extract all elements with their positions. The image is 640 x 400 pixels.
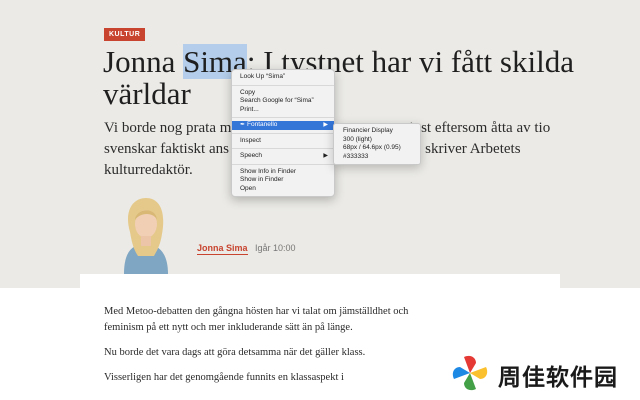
watermark-logo-icon [452, 355, 488, 391]
menu-item-fontanello[interactable]: ✒ Fontanello ▶ [232, 121, 334, 130]
menu-item-show-in-finder[interactable]: Show in Finder [232, 176, 334, 185]
lede-line1-end: inst eftersom åtta av tio [409, 120, 551, 136]
menu-item-search-google[interactable]: Search Google for “Sima” [232, 97, 334, 106]
lede-line2-end: e, skriver Arbetets [410, 141, 521, 157]
body-paragraph: Nu borde det vara dags att göra detsamma… [104, 347, 366, 358]
watermark-text: 周佳软件园 [498, 365, 618, 391]
context-menu: Look Up “Sima” Copy Search Google for “S… [231, 69, 335, 197]
menu-separator [232, 117, 334, 118]
author-photo [124, 198, 168, 274]
submenu-arrow-icon: ▶ [323, 122, 328, 128]
menu-item-copy[interactable]: Copy [232, 89, 334, 98]
font-weight-value[interactable]: 300 (light) [334, 136, 420, 145]
lede-line2-start: svenskar faktiskt ans [104, 141, 229, 157]
body-paragraph: Visserligen har det genomgående funnits … [104, 372, 344, 383]
publish-time: Igår 10:00 [255, 243, 296, 253]
article-headline: Jonna Sima: I tystnet har vi fått skilda… [103, 44, 583, 110]
menu-item-speech-label: Speech [240, 152, 263, 159]
menu-item-speech[interactable]: Speech ▶ [232, 152, 334, 161]
menu-item-print[interactable]: Print... [232, 106, 334, 115]
font-family-value[interactable]: Financier Display [334, 127, 420, 136]
section-kicker[interactable]: KULTUR [104, 28, 146, 41]
menu-item-look-up[interactable]: Look Up “Sima” [232, 73, 334, 82]
byline: Jonna Sima Igår 10:00 [197, 243, 296, 255]
font-color-value[interactable]: #333333 [334, 153, 420, 162]
fontanello-icon: ✒ [240, 122, 246, 128]
headline-text-before: Jonna [103, 44, 184, 79]
watermark: 周佳软件园 [446, 350, 636, 396]
menu-separator [232, 132, 334, 134]
submenu-arrow-icon: ▶ [323, 153, 328, 159]
article-body: Med Metoo-debatten den gångna hösten har… [104, 304, 434, 395]
lede-line1-start: Vi borde nog prata m [104, 120, 232, 136]
font-size-value[interactable]: 68px / 64.6px (0.95) [334, 144, 420, 153]
fontanello-submenu: Financier Display 300 (light) 68px / 64.… [333, 123, 421, 165]
menu-separator [232, 148, 334, 149]
menu-item-show-info-in-finder[interactable]: Show Info in Finder [232, 168, 334, 177]
body-paragraph: Med Metoo-debatten den gångna hösten har… [104, 306, 409, 333]
author-link[interactable]: Jonna Sima [197, 243, 248, 255]
menu-separator [232, 84, 334, 86]
menu-item-inspect[interactable]: Inspect [232, 137, 334, 146]
menu-item-fontanello-label: Fontanello [247, 121, 278, 128]
lede-line3: kulturredaktör. [104, 162, 193, 178]
menu-item-open[interactable]: Open [232, 185, 334, 194]
menu-separator [232, 163, 334, 165]
